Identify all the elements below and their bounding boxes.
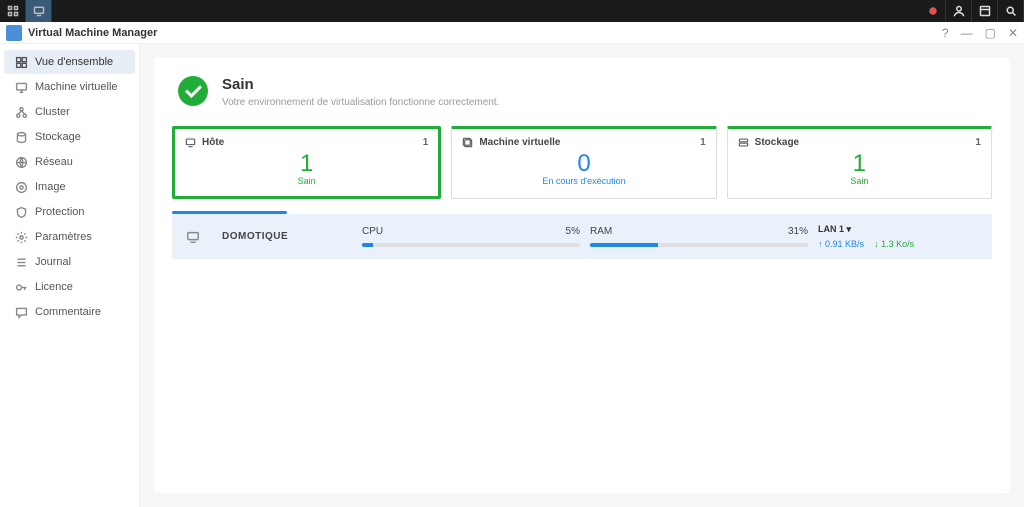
host-row[interactable]: DOMOTIQUE CPU 5% RAM 31% LAN 1 bbox=[172, 214, 992, 259]
lan-metric: LAN 1 ▾ ↑ 0.91 KB/s ↓ 1.3 Ko/s bbox=[818, 224, 978, 249]
chat-icon[interactable] bbox=[920, 0, 946, 22]
sidebar-item-vm[interactable]: Machine virtuelle bbox=[4, 75, 135, 99]
sidebar-item-label: Protection bbox=[35, 206, 85, 218]
sidebar-item-overview[interactable]: Vue d'ensemble bbox=[4, 50, 135, 74]
sidebar-item-label: Vue d'ensemble bbox=[35, 56, 113, 68]
card-count: 1 bbox=[975, 137, 981, 148]
image-icon bbox=[14, 180, 28, 194]
cluster-icon bbox=[14, 105, 28, 119]
card-title: Hôte bbox=[202, 137, 224, 148]
key-icon bbox=[14, 280, 28, 294]
card-status: En cours d'exécution bbox=[462, 176, 705, 186]
comment-icon bbox=[14, 305, 28, 319]
storage-icon bbox=[738, 137, 749, 148]
sidebar-item-label: Journal bbox=[35, 256, 71, 268]
close-button[interactable]: ✕ bbox=[1008, 26, 1018, 40]
sidebar-item-label: Cluster bbox=[35, 106, 70, 118]
card-count: 1 bbox=[700, 137, 706, 148]
sidebar-item-label: Paramètres bbox=[35, 231, 92, 243]
card-value: 1 bbox=[738, 150, 981, 178]
card-title: Stockage bbox=[755, 137, 799, 148]
sidebar-item-image[interactable]: Image bbox=[4, 175, 135, 199]
sidebar-item-label: Réseau bbox=[35, 156, 73, 168]
help-button[interactable]: ? bbox=[942, 26, 949, 40]
vm-icon bbox=[14, 80, 28, 94]
network-icon bbox=[14, 155, 28, 169]
cpu-metric: CPU 5% bbox=[362, 226, 580, 247]
sidebar-item-storage[interactable]: Stockage bbox=[4, 125, 135, 149]
cpu-percent: 5% bbox=[566, 226, 580, 237]
sidebar-item-label: Image bbox=[35, 181, 66, 193]
summary-cards: Hôte 1 1 Sain Machine virtuelle 1 bbox=[172, 126, 992, 199]
user-icon[interactable] bbox=[946, 0, 972, 22]
lan-label: LAN 1 bbox=[818, 224, 847, 234]
taskbar-app-icon[interactable] bbox=[26, 0, 52, 22]
card-status: Sain bbox=[738, 176, 981, 186]
ram-metric: RAM 31% bbox=[590, 226, 808, 247]
cpu-bar-fill bbox=[362, 243, 373, 247]
sidebar: Vue d'ensemble Machine virtuelle Cluster… bbox=[0, 44, 140, 507]
card-title: Machine virtuelle bbox=[479, 137, 560, 148]
search-icon[interactable] bbox=[998, 0, 1024, 22]
journal-icon bbox=[14, 255, 28, 269]
card-storage[interactable]: Stockage 1 1 Sain bbox=[727, 126, 992, 199]
health-check-icon bbox=[178, 76, 208, 106]
card-value: 1 bbox=[185, 150, 428, 178]
overview-icon bbox=[14, 55, 28, 69]
vm-icon bbox=[462, 137, 473, 148]
sidebar-item-label: Stockage bbox=[35, 131, 81, 143]
card-host[interactable]: Hôte 1 1 Sain bbox=[172, 126, 441, 199]
sidebar-item-network[interactable]: Réseau bbox=[4, 150, 135, 174]
cpu-label: CPU bbox=[362, 226, 383, 237]
ram-percent: 31% bbox=[788, 226, 808, 237]
lan-download: 1.3 Ko/s bbox=[881, 239, 914, 249]
sidebar-item-label: Commentaire bbox=[35, 306, 101, 318]
sidebar-item-journal[interactable]: Journal bbox=[4, 250, 135, 274]
sidebar-item-license[interactable]: Licence bbox=[4, 275, 135, 299]
host-icon bbox=[185, 137, 196, 148]
health-title: Sain bbox=[222, 76, 499, 93]
content-area: Sain Votre environnement de virtualisati… bbox=[140, 44, 1024, 507]
sidebar-item-cluster[interactable]: Cluster bbox=[4, 100, 135, 124]
protection-icon bbox=[14, 205, 28, 219]
widget-icon[interactable] bbox=[972, 0, 998, 22]
health-summary: Sain Votre environnement de virtualisati… bbox=[172, 76, 992, 108]
sidebar-item-label: Machine virtuelle bbox=[35, 81, 118, 93]
app-logo-icon bbox=[6, 25, 22, 41]
taskbar-home-icon[interactable] bbox=[0, 0, 26, 22]
sidebar-item-label: Licence bbox=[35, 281, 73, 293]
chevron-down-icon[interactable]: ▾ bbox=[847, 224, 852, 234]
ram-bar-fill bbox=[590, 243, 658, 247]
window-titlebar: Virtual Machine Manager ? — ▢ ✕ bbox=[0, 22, 1024, 44]
sidebar-item-settings[interactable]: Paramètres bbox=[4, 225, 135, 249]
host-name: DOMOTIQUE bbox=[222, 231, 352, 242]
storage-icon bbox=[14, 130, 28, 144]
card-count: 1 bbox=[423, 137, 429, 148]
taskbar bbox=[0, 0, 1024, 22]
minimize-button[interactable]: — bbox=[961, 26, 973, 40]
lan-upload: 0.91 KB/s bbox=[825, 239, 864, 249]
health-description: Votre environnement de virtualisation fo… bbox=[222, 97, 499, 108]
upload-arrow-icon: ↑ bbox=[818, 239, 823, 249]
ram-label: RAM bbox=[590, 226, 612, 237]
maximize-button[interactable]: ▢ bbox=[985, 26, 996, 40]
window-title: Virtual Machine Manager bbox=[28, 27, 942, 39]
sidebar-item-comment[interactable]: Commentaire bbox=[4, 300, 135, 324]
card-vm[interactable]: Machine virtuelle 1 0 En cours d'exécuti… bbox=[451, 126, 716, 199]
host-icon bbox=[186, 230, 200, 244]
sidebar-item-protection[interactable]: Protection bbox=[4, 200, 135, 224]
download-arrow-icon: ↓ bbox=[874, 239, 879, 249]
gear-icon bbox=[14, 230, 28, 244]
card-value: 0 bbox=[462, 150, 705, 178]
card-status: Sain bbox=[185, 176, 428, 186]
